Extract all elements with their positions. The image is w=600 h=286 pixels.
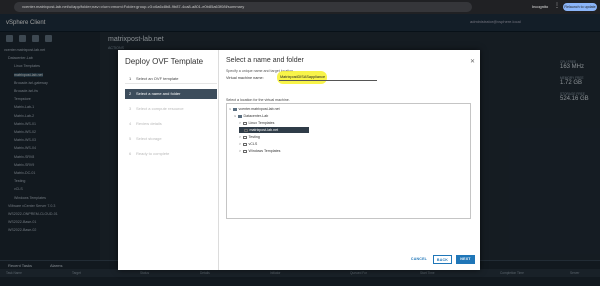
folder-icon (243, 135, 247, 139)
step-label: Select storage (136, 136, 162, 141)
folder-icon (243, 121, 247, 125)
step-number: 2 (129, 91, 132, 96)
step-number: 6 (129, 151, 132, 156)
location-tree-node[interactable]: > Testing (239, 134, 260, 140)
step-number: 4 (129, 121, 132, 126)
step-label: Ready to complete (136, 151, 170, 156)
location-tree-node[interactable]: > vCLS (239, 141, 257, 147)
browser-toolbar: vcenter.matrixpost-lab.net/ui/app/folder… (0, 0, 600, 14)
location-tree-node[interactable]: > Windows Templates (239, 148, 280, 154)
step-label: Select an OVF template (136, 76, 179, 81)
step-number: 1 (129, 76, 132, 81)
folder-icon (243, 149, 247, 153)
node-label: vCLS (248, 142, 258, 146)
folder-icon (244, 128, 248, 132)
location-tree-node[interactable]: ∨ Datacenter-Lab (234, 113, 268, 119)
node-label: matrixpost-lab.net (249, 128, 279, 132)
step-number: 5 (129, 136, 132, 141)
deploy-ovf-dialog: Deploy OVF Template 1 Select an OVF templ… (118, 50, 480, 270)
location-tree-node[interactable]: matrixpost-lab.net (239, 127, 309, 133)
node-label: vcenter.matrixpost-lab.net (238, 107, 280, 111)
location-label: Select a location for the virtual machin… (226, 98, 290, 102)
wizard-step-4[interactable]: 4 Review details (125, 119, 217, 129)
close-icon[interactable]: ✕ (470, 58, 475, 65)
next-button[interactable]: NEXT (456, 255, 475, 264)
node-label: Windows Templates (248, 149, 281, 153)
wizard-step-3[interactable]: 3 Select a compute resource (125, 104, 217, 114)
wizard-title: Deploy OVF Template (125, 57, 204, 66)
wizard-buttons: CANCEL BACK NEXT (219, 255, 480, 265)
cancel-button[interactable]: CANCEL (409, 255, 429, 264)
back-button[interactable]: BACK (433, 255, 452, 264)
vm-name-input[interactable] (279, 74, 377, 81)
wizard-step-5[interactable]: 5 Select storage (125, 134, 217, 144)
node-label: Testing (248, 135, 260, 139)
vm-name-label: Virtual machine name: (226, 76, 264, 80)
wizard-steps: Deploy OVF Template 1 Select an OVF templ… (118, 50, 219, 270)
wizard-step-6[interactable]: 6 Ready to complete (125, 149, 217, 159)
url-bar[interactable]: vcenter.matrixpost-lab.net/ui/app/folder… (14, 2, 472, 12)
datacenter-icon (238, 114, 242, 118)
location-tree: ∨ vcenter.matrixpost-lab.net ∨ Datacenter-L… (226, 103, 471, 219)
location-tree-node[interactable]: > Linux Templates (239, 120, 274, 126)
wizard-step-2[interactable]: 2 Select a name and folder (125, 89, 217, 99)
folder-icon (243, 142, 247, 146)
content-title: Select a name and folder (226, 57, 304, 64)
step-label: Review details (136, 121, 162, 126)
browser-menu-icon[interactable]: ⋮ (554, 2, 560, 9)
wizard-step-1[interactable]: 1 Select an OVF template (125, 74, 217, 84)
step-number: 3 (129, 106, 132, 111)
vcenter-icon (233, 107, 237, 111)
node-label: Linux Templates (248, 121, 275, 125)
wizard-content: Select a name and folder ✕ Specify a uni… (219, 50, 480, 270)
step-label: Select a name and folder (136, 91, 181, 96)
node-label: Datacenter-Lab (243, 114, 269, 118)
relaunch-button[interactable]: Relaunch to update (563, 3, 597, 11)
incognito-indicator[interactable]: Incognito (532, 3, 548, 11)
step-label: Select a compute resource (136, 106, 184, 111)
location-tree-node[interactable]: ∨ vcenter.matrixpost-lab.net (229, 106, 280, 112)
